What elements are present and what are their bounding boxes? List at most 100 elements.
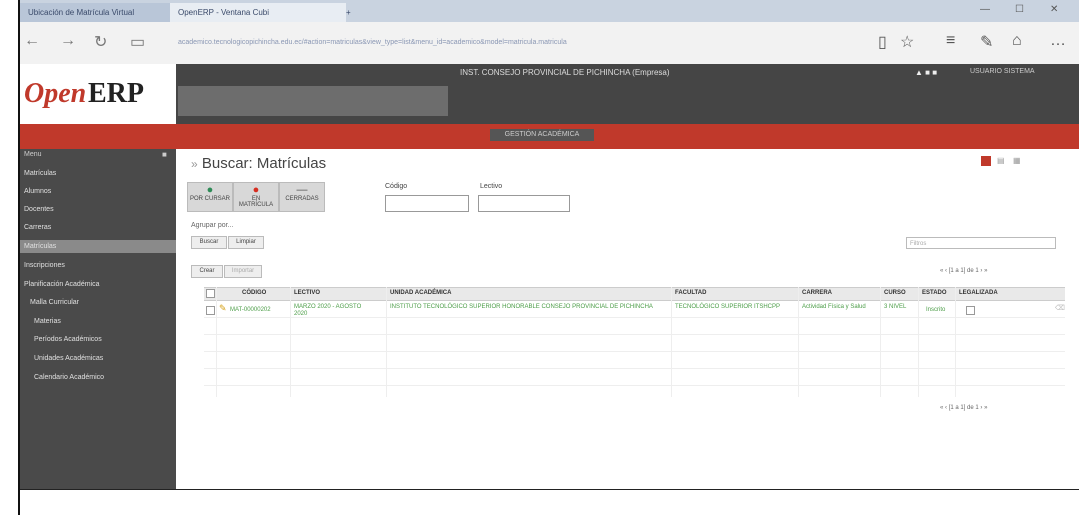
reading-view-icon[interactable]: ▯ [878, 32, 887, 52]
sidebar-item[interactable]: Planificación Académica [24, 281, 100, 288]
menu-item-gestion-academica[interactable]: GESTIÓN ACADÉMICA [490, 129, 594, 141]
sidebar-item[interactable]: Malla Curricular [30, 299, 79, 306]
sidebar-item[interactable]: Calendario Académico [34, 374, 104, 381]
sidebar-item[interactable]: Docentes [24, 206, 54, 213]
cell-legalizada-checkbox [966, 306, 975, 315]
column-divider [798, 287, 799, 397]
calendar-view-icon[interactable]: ▦ [1013, 156, 1023, 166]
hub-icon[interactable]: ≡ [946, 32, 955, 50]
page-title-text: Buscar: Matrículas [201, 155, 327, 172]
back-icon[interactable]: ← [24, 32, 40, 50]
filter-cerradas[interactable]: — CERRADAS [279, 182, 325, 212]
pager-next-icon[interactable]: › [980, 405, 982, 411]
sidebar-header: Menu [24, 151, 42, 158]
filter-label: CERRADAS [285, 196, 319, 202]
sidebar-item[interactable]: Períodos Académicos [34, 336, 102, 343]
cell-facultad: TECNOLÓGICO SUPERIOR ITSHCPP [675, 304, 781, 310]
edit-pencil-icon[interactable]: ✎ [219, 303, 227, 314]
column-divider [290, 287, 291, 397]
sidebar-collapse-icon[interactable]: ■ [162, 150, 167, 159]
import-button[interactable]: Importar [224, 265, 262, 278]
column-header-lectivo[interactable]: LECTIVO [294, 290, 320, 296]
column-header-carrera[interactable]: CARRERA [802, 290, 832, 296]
url-field[interactable]: academico.tecnologicopichincha.edu.ec/#a… [178, 36, 868, 50]
cell-curso: 3 NIVEL [884, 304, 907, 310]
pager-last-icon[interactable]: » [984, 405, 987, 411]
select-all-checkbox[interactable] [206, 289, 215, 298]
company-banner [178, 86, 448, 116]
pager-top[interactable]: « ‹ [1 a 1] de 1 › » [940, 268, 987, 274]
filter-icon: — [296, 184, 308, 196]
sidebar-item[interactable]: Unidades Académicas [34, 355, 103, 362]
breadcrumb[interactable]: » [191, 157, 198, 171]
code-label: Código [385, 183, 408, 190]
column-header-unidad[interactable]: UNIDAD ACADÉMICA [390, 290, 451, 296]
column-header-legalizada[interactable]: LEGALIZADA [959, 290, 998, 296]
column-divider [955, 287, 956, 397]
pager-last-icon[interactable]: » [984, 268, 987, 274]
minimize-icon[interactable]: — [980, 4, 990, 15]
row-divider [204, 317, 1065, 318]
filter-icon: ● [206, 184, 214, 196]
pager-next-icon[interactable]: › [980, 268, 982, 274]
pager-first-icon[interactable]: « [940, 405, 943, 411]
favorite-star-icon[interactable]: ☆ [900, 32, 914, 52]
header-icons[interactable]: ▲ ■ ■ [915, 68, 937, 77]
new-tab-button[interactable]: + [338, 3, 384, 22]
column-divider [880, 287, 881, 397]
refresh-icon[interactable]: ↻ [94, 32, 107, 52]
company-title: INST. CONSEJO PROVINCIAL DE PICHINCHA (E… [460, 68, 670, 77]
user-menu[interactable]: USUARIO SISTEMA [970, 68, 1035, 75]
openerp-logo[interactable]: Open ERP [20, 64, 176, 124]
row-checkbox[interactable] [206, 306, 215, 315]
pager-bottom[interactable]: « ‹ [1 a 1] de 1 › » [940, 405, 987, 411]
search-button[interactable]: Buscar [191, 236, 227, 249]
column-divider [918, 287, 919, 397]
sidebar-item[interactable]: Carreras [24, 224, 51, 231]
sidebar-item[interactable]: Alumnos [24, 188, 51, 195]
clear-button[interactable]: Limpiar [228, 236, 264, 249]
view-switcher: ▤ ▦ [981, 156, 1031, 168]
sidebar-item[interactable]: Matrículas [24, 170, 56, 177]
forward-icon[interactable]: → [60, 32, 76, 50]
pager-prev-icon[interactable]: ‹ [945, 268, 947, 274]
column-header-curso[interactable]: CURSO [884, 290, 906, 296]
sidebar-item[interactable]: Materias [34, 318, 61, 325]
browser-tab[interactable]: Ubicación de Matrícula Virtual [20, 3, 176, 22]
notes-icon[interactable]: ✎ [980, 32, 993, 52]
form-view-icon[interactable]: ▤ [997, 156, 1007, 166]
code-input[interactable] [385, 195, 469, 212]
column-header-facultad[interactable]: FACULTAD [675, 290, 706, 296]
cell-codigo[interactable]: MAT-00000202 [230, 307, 288, 314]
sidebar-item[interactable]: Inscripciones [24, 262, 65, 269]
lective-label: Lectivo [480, 183, 503, 190]
list-view-icon[interactable] [981, 156, 991, 166]
delete-row-icon[interactable]: ⌫ [1055, 304, 1065, 312]
window-bottom-border [20, 489, 1079, 490]
filter-en-matricula[interactable]: ● EN MATRÍCULA [233, 182, 279, 212]
page-title: » Buscar: Matrículas [191, 155, 326, 172]
column-header-estado[interactable]: ESTADO [922, 290, 947, 296]
maximize-icon[interactable]: ☐ [1015, 4, 1024, 15]
pager-prev-icon[interactable]: ‹ [945, 405, 947, 411]
cell-carrera: Actividad Física y Salud [802, 304, 866, 310]
group-by-toggle[interactable]: Agrupar por... [191, 222, 233, 229]
page-icon: ▭ [130, 34, 146, 51]
cell-lectivo: MARZO 2020 - AGOSTO 2020 [294, 304, 362, 317]
pager-label: [1 a 1] de 1 [948, 405, 979, 411]
filter-por-cursar[interactable]: ● POR CURSAR [187, 182, 233, 212]
close-icon[interactable]: ✕ [1050, 4, 1058, 15]
lective-input[interactable] [478, 195, 570, 212]
share-icon[interactable]: ⌂ [1012, 32, 1022, 50]
filter-label: EN MATRÍCULA [238, 196, 274, 208]
filters-select[interactable]: Filtros [906, 237, 1056, 249]
pager-first-icon[interactable]: « [940, 268, 943, 274]
column-divider [216, 287, 217, 397]
more-icon[interactable]: … [1050, 32, 1066, 50]
browser-window: Ubicación de Matrícula Virtual OpenERP -… [18, 0, 1079, 515]
create-button[interactable]: Crear [191, 265, 223, 278]
browser-tab-active[interactable]: OpenERP - Ventana Cubi [170, 3, 346, 22]
sidebar-item-selected[interactable]: Matrículas [24, 243, 56, 250]
row-divider [204, 351, 1065, 352]
column-header-codigo[interactable]: CÓDIGO [242, 290, 266, 296]
